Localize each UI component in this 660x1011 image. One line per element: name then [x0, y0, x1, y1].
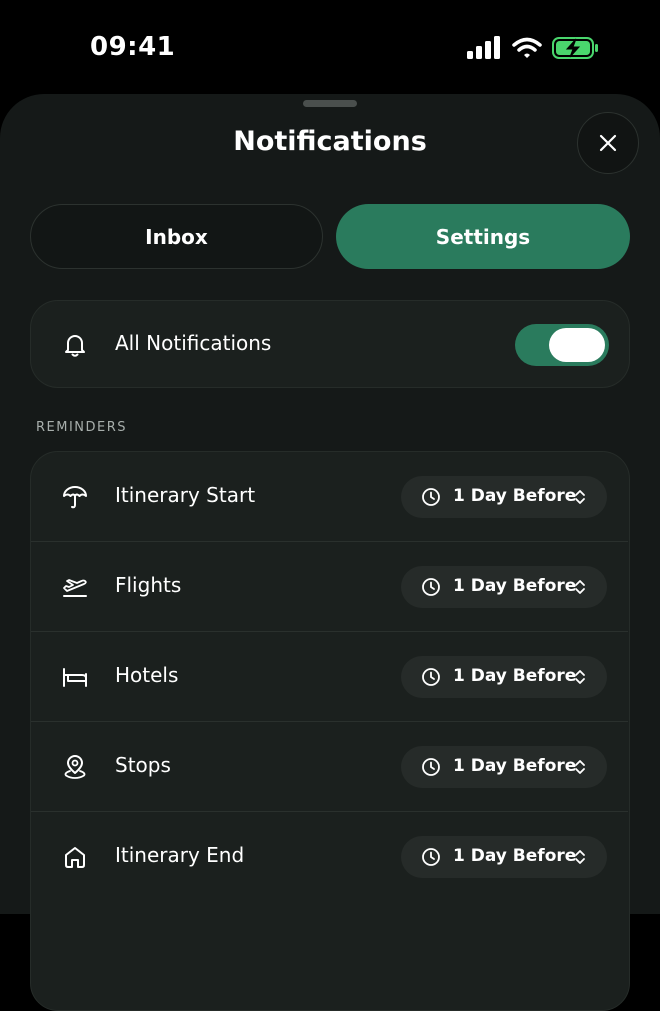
notifications-sheet: Notifications Inbox Settings All Notific…	[0, 94, 660, 1011]
bell-icon	[61, 331, 89, 359]
home-icon	[61, 843, 89, 871]
status-bar: 09:41	[0, 0, 660, 96]
chevron-up-down-icon	[575, 670, 585, 684]
tab-inbox[interactable]: Inbox	[30, 204, 323, 269]
clock-icon	[422, 848, 440, 866]
reminder-time-select[interactable]: 1 Day Before	[401, 746, 607, 788]
clock-icon	[422, 758, 440, 776]
map-pin-icon	[61, 753, 89, 781]
sheet-grabber[interactable]	[303, 100, 357, 107]
list-item[interactable]: Flights 1 Day Before	[31, 542, 628, 632]
list-item[interactable]: Itinerary Start 1 Day Before	[31, 452, 628, 542]
close-icon	[599, 134, 617, 152]
reminder-time-value: 1 Day Before	[453, 486, 577, 506]
all-notifications-label: All Notifications	[115, 331, 272, 355]
clock-icon	[422, 488, 440, 506]
reminders-list: Itinerary Start 1 Day Before Flights 1 D…	[30, 451, 630, 1011]
clock-icon	[422, 578, 440, 596]
clock-icon	[422, 668, 440, 686]
chevron-up-down-icon	[575, 580, 585, 594]
reminder-time-value: 1 Day Before	[453, 756, 577, 776]
reminder-time-select[interactable]: 1 Day Before	[401, 836, 607, 878]
list-item-label: Itinerary Start	[115, 483, 256, 507]
chevron-up-down-icon	[575, 760, 585, 774]
reminder-time-value: 1 Day Before	[453, 666, 577, 686]
toggle-knob	[549, 328, 605, 362]
status-time: 09:41	[90, 32, 176, 62]
reminders-section-label: REMINDERS	[36, 420, 128, 435]
reminder-time-value: 1 Day Before	[453, 576, 577, 596]
all-notifications-toggle[interactable]	[515, 324, 609, 366]
list-item-label: Flights	[115, 573, 182, 597]
list-item-label: Stops	[115, 753, 171, 777]
cellular-signal-icon	[467, 36, 500, 59]
bed-icon	[61, 663, 89, 691]
reminder-time-select[interactable]: 1 Day Before	[401, 476, 607, 518]
chevron-up-down-icon	[575, 490, 585, 504]
battery-charging-icon	[552, 37, 598, 59]
plane-departure-icon	[61, 573, 89, 601]
list-item[interactable]: Stops 1 Day Before	[31, 722, 628, 812]
sheet-title: Notifications	[233, 126, 427, 157]
list-item-label: Itinerary End	[115, 843, 245, 867]
close-button[interactable]	[577, 112, 639, 174]
list-item[interactable]: Hotels 1 Day Before	[31, 632, 628, 722]
all-notifications-row: All Notifications	[30, 300, 630, 388]
umbrella-icon	[61, 483, 89, 511]
status-icons	[466, 36, 600, 60]
tab-settings[interactable]: Settings	[336, 204, 630, 269]
chevron-up-down-icon	[575, 850, 585, 864]
reminder-time-value: 1 Day Before	[453, 846, 577, 866]
reminder-time-select[interactable]: 1 Day Before	[401, 566, 607, 608]
wifi-icon	[512, 37, 542, 58]
reminder-time-select[interactable]: 1 Day Before	[401, 656, 607, 698]
list-item-label: Hotels	[115, 663, 179, 687]
